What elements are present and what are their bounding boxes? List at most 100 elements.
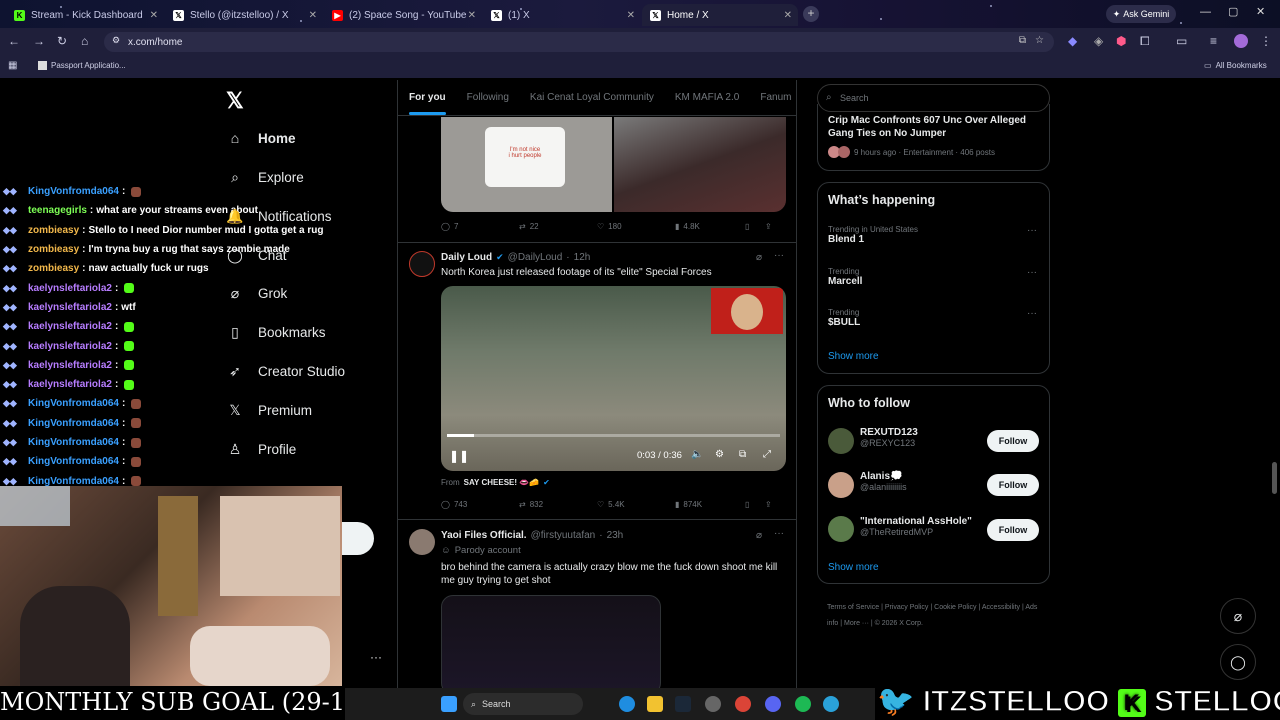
news-card[interactable]: Crip Mac Confronts 607 Unc Over Alleged … bbox=[817, 104, 1050, 171]
tweet-image-skirt[interactable] bbox=[614, 117, 786, 212]
more-icon[interactable]: ··· bbox=[1027, 225, 1037, 236]
grok-fab[interactable]: ⌀ bbox=[1220, 598, 1256, 634]
follow-button[interactable]: Follow bbox=[987, 474, 1039, 496]
extension-icon[interactable]: ⬢ bbox=[1116, 34, 1126, 48]
follow-button[interactable]: Follow bbox=[987, 519, 1039, 541]
x-logo-icon[interactable]: 𝕏 bbox=[226, 88, 244, 114]
tab-kai-cenat[interactable]: Kai Cenat Loyal Community bbox=[530, 92, 654, 103]
grok-icon[interactable]: ⌀ bbox=[756, 530, 762, 541]
avatar[interactable] bbox=[828, 428, 854, 454]
pip-icon[interactable]: ⧉ bbox=[739, 449, 746, 460]
edge-icon[interactable] bbox=[619, 696, 635, 712]
extension-icon[interactable]: ◆ bbox=[1068, 34, 1077, 48]
grok-icon[interactable]: ⌀ bbox=[756, 252, 762, 263]
footer-link[interactable]: Terms of Service bbox=[827, 604, 879, 611]
nav-notifications[interactable]: 🔔 Notifications bbox=[226, 208, 331, 225]
like-button[interactable]: ♡ 180 bbox=[597, 222, 675, 231]
tweet-media[interactable] bbox=[441, 595, 661, 688]
tab-fanum[interactable]: Fanum bbox=[760, 92, 791, 103]
more-icon[interactable]: ··· bbox=[774, 250, 784, 261]
close-icon[interactable]: ✕ bbox=[468, 10, 476, 21]
star-icon[interactable]: ☆ bbox=[1035, 35, 1044, 46]
close-icon[interactable]: ✕ bbox=[309, 10, 317, 21]
views-button[interactable]: ▮ 4.8K bbox=[675, 222, 745, 231]
sidepanel-icon[interactable]: ▭ bbox=[1176, 34, 1187, 48]
from-source[interactable]: SAY CHEESE! 👄🧀 bbox=[464, 478, 540, 487]
obs-icon[interactable] bbox=[705, 696, 721, 712]
follow-button[interactable]: Follow bbox=[987, 430, 1039, 452]
more-dots-icon[interactable]: ··· bbox=[370, 650, 382, 664]
show-more-link[interactable]: Show more bbox=[828, 562, 879, 573]
discord-icon[interactable] bbox=[765, 696, 781, 712]
tab-following[interactable]: Following bbox=[467, 92, 509, 103]
spotify-icon[interactable] bbox=[795, 696, 811, 712]
footer-link[interactable]: More ··· bbox=[844, 620, 869, 627]
author-handle[interactable]: @firstyuutafan bbox=[531, 530, 596, 541]
close-icon[interactable]: ✕ bbox=[627, 10, 635, 21]
apps-grid-icon[interactable]: ▦ bbox=[8, 60, 17, 71]
tab-youtube[interactable]: ▶ (2) Space Song - YouTube ✕ bbox=[324, 4, 482, 26]
tweet-image-shirt[interactable]: I'm not nice i hurt people bbox=[441, 117, 612, 212]
new-tab-button[interactable]: + bbox=[803, 6, 819, 22]
kebab-menu-icon[interactable]: ⋮ bbox=[1260, 34, 1272, 48]
nav-profile[interactable]: ♙ Profile bbox=[226, 441, 297, 458]
nav-bookmarks[interactable]: ▯ Bookmarks bbox=[226, 324, 325, 341]
footer-link[interactable]: Privacy Policy bbox=[885, 604, 929, 611]
ask-gemini-button[interactable]: ✦ Ask Gemini bbox=[1106, 5, 1176, 23]
more-icon[interactable]: ··· bbox=[774, 528, 784, 539]
tab-km-mafia[interactable]: KM MAFIA 2.0 bbox=[675, 92, 739, 103]
footer-link[interactable]: Cookie Policy bbox=[934, 604, 976, 611]
tab-kick-dashboard[interactable]: K Stream - Kick Dashboard ✕ bbox=[6, 4, 164, 26]
file-explorer-icon[interactable] bbox=[647, 696, 663, 712]
settings-icon[interactable]: ⚙ bbox=[715, 449, 724, 460]
site-info-icon[interactable]: ⚙ bbox=[112, 35, 120, 46]
tab-for-you[interactable]: For you bbox=[409, 92, 446, 115]
telegram-icon[interactable] bbox=[823, 696, 839, 712]
repost-button[interactable]: ⇄ 22 bbox=[519, 222, 597, 231]
bookmark-passport[interactable]: Passport Applicatio... bbox=[38, 61, 126, 70]
reply-button[interactable]: ◯ 743 bbox=[441, 500, 519, 509]
repost-button[interactable]: ⇄ 832 bbox=[519, 500, 597, 509]
more-icon[interactable]: ··· bbox=[1027, 267, 1037, 278]
menu-list-icon[interactable]: ≡ bbox=[1210, 34, 1217, 48]
show-more-link[interactable]: Show more bbox=[828, 351, 879, 362]
home-icon[interactable]: ⌂ bbox=[81, 34, 88, 48]
nav-explore[interactable]: ⌕ Explore bbox=[226, 169, 304, 186]
windows-start-icon[interactable] bbox=[441, 696, 457, 712]
more-icon[interactable]: ··· bbox=[1027, 308, 1037, 319]
nav-home[interactable]: ⌂ Home bbox=[226, 130, 296, 146]
video-progress-track[interactable] bbox=[447, 434, 780, 437]
maximize-icon[interactable]: ▢ bbox=[1228, 5, 1238, 18]
share-icon[interactable]: ⇪ bbox=[765, 222, 772, 231]
tab-x-notifications[interactable]: 𝕏 (1) X ✕ bbox=[483, 4, 641, 26]
avatar[interactable] bbox=[828, 472, 854, 498]
minimize-icon[interactable]: — bbox=[1200, 6, 1211, 18]
extensions-puzzle-icon[interactable]: ⧠ bbox=[1140, 34, 1150, 49]
extension-icon[interactable]: ◈ bbox=[1094, 34, 1103, 48]
taskbar-search[interactable]: ⌕ Search bbox=[463, 693, 583, 715]
timestamp[interactable]: 23h bbox=[607, 530, 624, 541]
messages-fab[interactable]: ◯ bbox=[1220, 644, 1256, 680]
all-bookmarks[interactable]: ▭ All Bookmarks bbox=[1204, 61, 1267, 70]
timestamp[interactable]: 12h bbox=[574, 252, 591, 263]
profile-avatar[interactable] bbox=[1234, 34, 1248, 48]
fullscreen-icon[interactable]: ⤢ bbox=[763, 449, 771, 460]
tab-home-x[interactable]: 𝕏 Home / X ✕ bbox=[642, 4, 798, 26]
avatar[interactable] bbox=[828, 516, 854, 542]
url-input[interactable]: ⚙ x.com/home ⧉ ☆ bbox=[104, 32, 1054, 52]
nav-creator-studio[interactable]: ➶ Creator Studio bbox=[226, 363, 345, 380]
trend-item[interactable]: Trending $BULL bbox=[828, 308, 860, 328]
close-icon[interactable]: ✕ bbox=[784, 10, 792, 21]
scrollbar-thumb[interactable] bbox=[1272, 462, 1277, 494]
steam-icon[interactable] bbox=[675, 696, 691, 712]
volume-icon[interactable]: 🔈 bbox=[691, 449, 703, 460]
reply-button[interactable]: ◯ 7 bbox=[441, 222, 519, 231]
follow-user[interactable]: "International AssHole" @TheRetiredMVP bbox=[860, 516, 972, 537]
follow-user[interactable]: REXUTD123 @REXYC123 bbox=[860, 427, 918, 448]
share-icon[interactable]: ⇪ bbox=[765, 500, 772, 509]
back-icon[interactable]: ← bbox=[8, 34, 20, 48]
tweet-video[interactable]: ❚❚ 0:03 / 0:36 🔈 ⚙ ⧉ ⤢ bbox=[441, 286, 786, 471]
follow-user[interactable]: Alanis💭 @alaniiiiiiiis bbox=[860, 471, 907, 492]
window-close-icon[interactable]: ✕ bbox=[1256, 5, 1265, 18]
chrome-icon[interactable] bbox=[735, 696, 751, 712]
